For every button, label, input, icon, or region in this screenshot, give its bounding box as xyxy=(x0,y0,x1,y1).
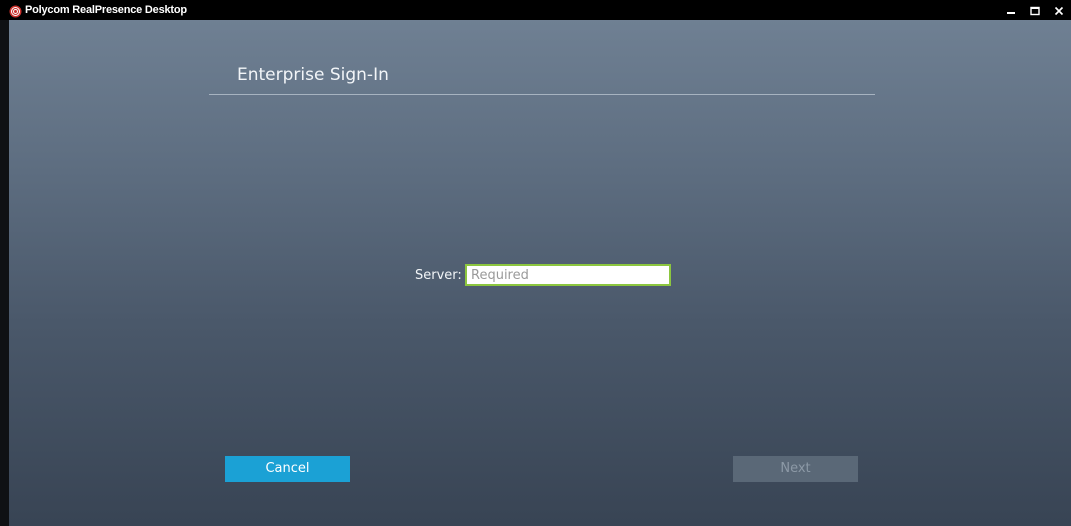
title-bar[interactable]: Polycom RealPresence Desktop xyxy=(0,0,1071,20)
app-window: Polycom RealPresence Desktop Enterprise … xyxy=(0,0,1071,526)
window-controls xyxy=(999,0,1071,20)
server-input[interactable] xyxy=(465,264,671,286)
maximize-button[interactable] xyxy=(1023,0,1047,20)
server-label: Server: xyxy=(415,268,462,283)
minimize-button[interactable] xyxy=(999,0,1023,20)
close-button[interactable] xyxy=(1047,0,1071,20)
close-icon xyxy=(1054,1,1064,20)
maximize-icon xyxy=(1030,1,1040,20)
window-title: Polycom RealPresence Desktop xyxy=(25,4,187,16)
cancel-button[interactable]: Cancel xyxy=(225,456,350,482)
next-button[interactable]: Next xyxy=(733,456,858,482)
server-row: Server: xyxy=(9,263,1071,289)
polycom-logo-icon xyxy=(9,3,22,18)
title-divider xyxy=(209,94,875,95)
minimize-icon xyxy=(1006,1,1016,20)
sign-in-panel: Enterprise Sign-In Server: Cancel Next xyxy=(9,20,1071,526)
page-title: Enterprise Sign-In xyxy=(237,65,389,85)
